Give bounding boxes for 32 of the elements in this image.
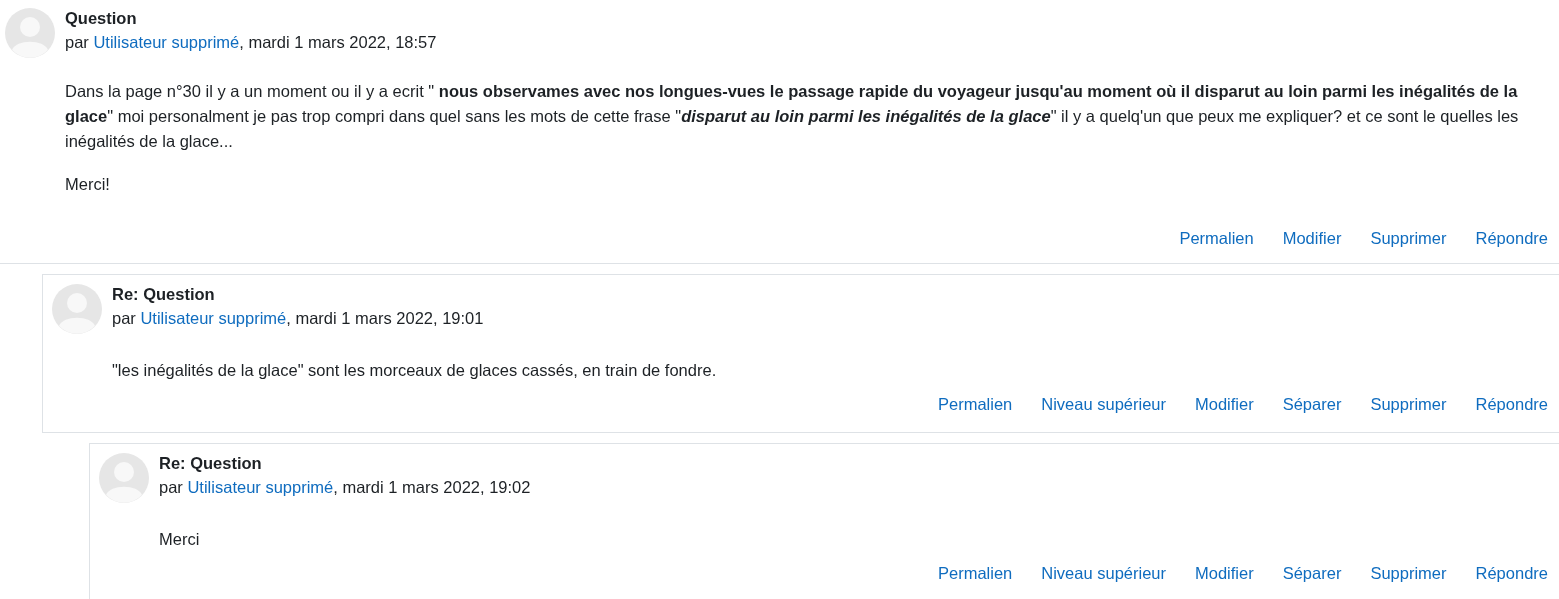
action-link[interactable]: Séparer (1282, 392, 1342, 416)
author-link[interactable]: Utilisateur supprimé (187, 478, 334, 496)
action-link[interactable]: Niveau supérieur (1041, 561, 1166, 585)
action-link[interactable]: Modifier (1195, 561, 1254, 585)
action-link[interactable]: Supprimer (1370, 392, 1447, 416)
post-text: Dans la page n°30 il y a un moment ou il y a ecrit " nous observames avec nos longues-vues le passage rapide du voyageur jusqu'au moment où il disparut au loin parmi les inégalités de la glace" moi personalment je pas trop compri dans quel sans les mots de cette frase "disparut au loin parmi les inégalités de la glace" il y a quelq'un que peux me expliquer? et ce sont le quelles les inégalités de la glace... (65, 81, 1520, 152)
post-title: Re: Question (159, 453, 263, 474)
avatar-icon (5, 8, 55, 58)
action-link[interactable]: Permalien (937, 561, 1013, 585)
action-link[interactable]: Permalien (1179, 226, 1254, 250)
post-text: Merci (159, 529, 201, 550)
action-link[interactable]: Modifier (1282, 226, 1342, 250)
action-link[interactable]: Répondre (1475, 226, 1548, 250)
action-link[interactable]: Répondre (1475, 561, 1548, 585)
avatar-icon (52, 284, 102, 334)
post-byline: par Utilisateur supprimé, mardi 1 mars 2022, 19:02 (159, 477, 532, 498)
post-text: Merci! (65, 174, 111, 195)
action-link[interactable]: Modifier (1195, 392, 1254, 416)
post-byline: par Utilisateur supprimé, mardi 1 mars 2022, 19:01 (112, 308, 485, 329)
post-title: Question (65, 8, 138, 29)
action-link[interactable]: Niveau supérieur (1041, 392, 1166, 416)
author-link[interactable]: Utilisateur supprimé (93, 33, 240, 51)
action-link[interactable]: Permalien (937, 392, 1013, 416)
post-byline: par Utilisateur supprimé, mardi 1 mars 2022, 18:57 (65, 32, 438, 53)
post-text: "les inégalités de la glace" sont les morceaux de glaces cassés, en train de fondre. (112, 360, 718, 381)
avatar-icon (99, 453, 149, 503)
author-link[interactable]: Utilisateur supprimé (140, 309, 287, 327)
action-link[interactable]: Supprimer (1370, 561, 1447, 585)
action-link[interactable]: Supprimer (1370, 226, 1447, 250)
post-title: Re: Question (112, 284, 216, 305)
action-link[interactable]: Répondre (1475, 392, 1548, 416)
action-link[interactable]: Séparer (1282, 561, 1342, 585)
